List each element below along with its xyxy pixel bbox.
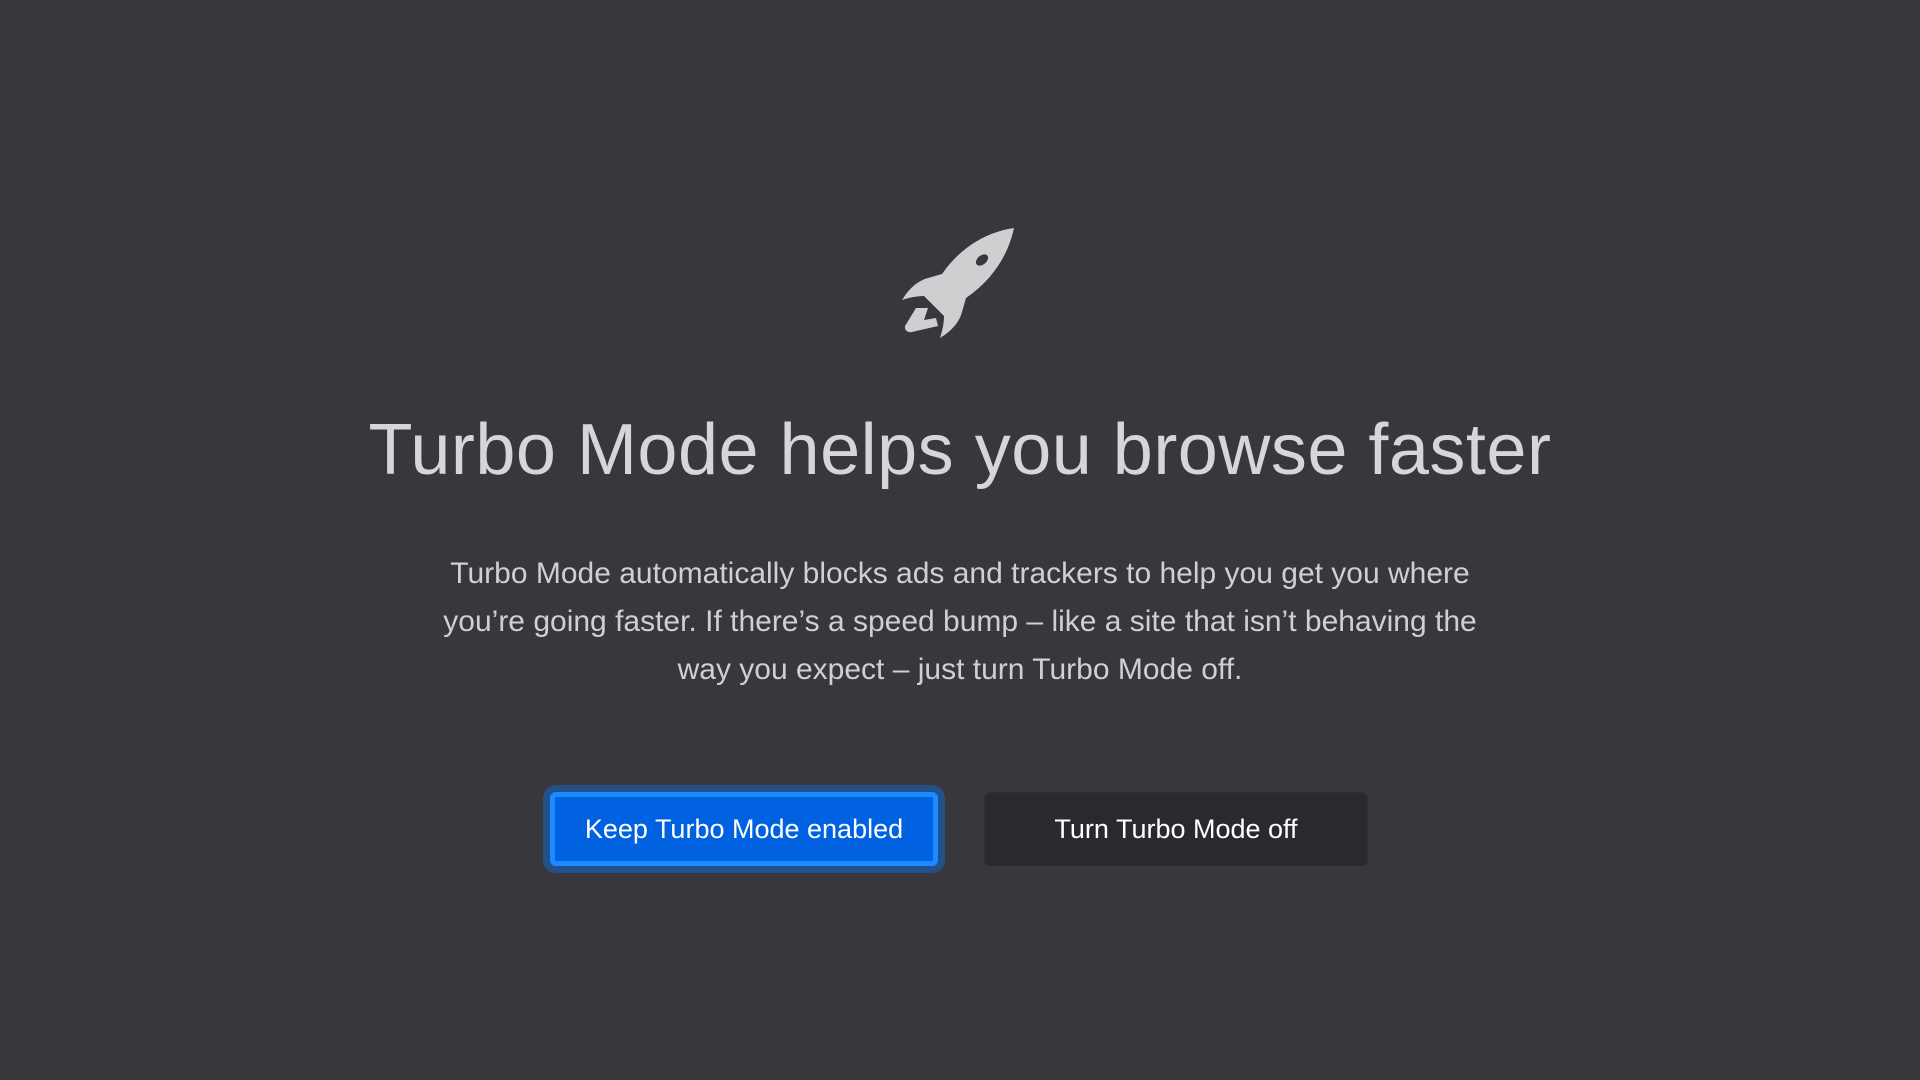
turbo-mode-page: Turbo Mode helps you browse faster Turbo… bbox=[0, 0, 1920, 1080]
description-text: Turbo Mode automatically blocks ads and … bbox=[443, 557, 1477, 686]
keep-turbo-mode-button[interactable]: Keep Turbo Mode enabled bbox=[550, 792, 938, 866]
rocket-icon bbox=[902, 228, 1014, 338]
page-title: Turbo Mode helps you browse faster bbox=[368, 410, 1552, 490]
turn-turbo-mode-off-button[interactable]: Turn Turbo Mode off bbox=[984, 792, 1368, 866]
